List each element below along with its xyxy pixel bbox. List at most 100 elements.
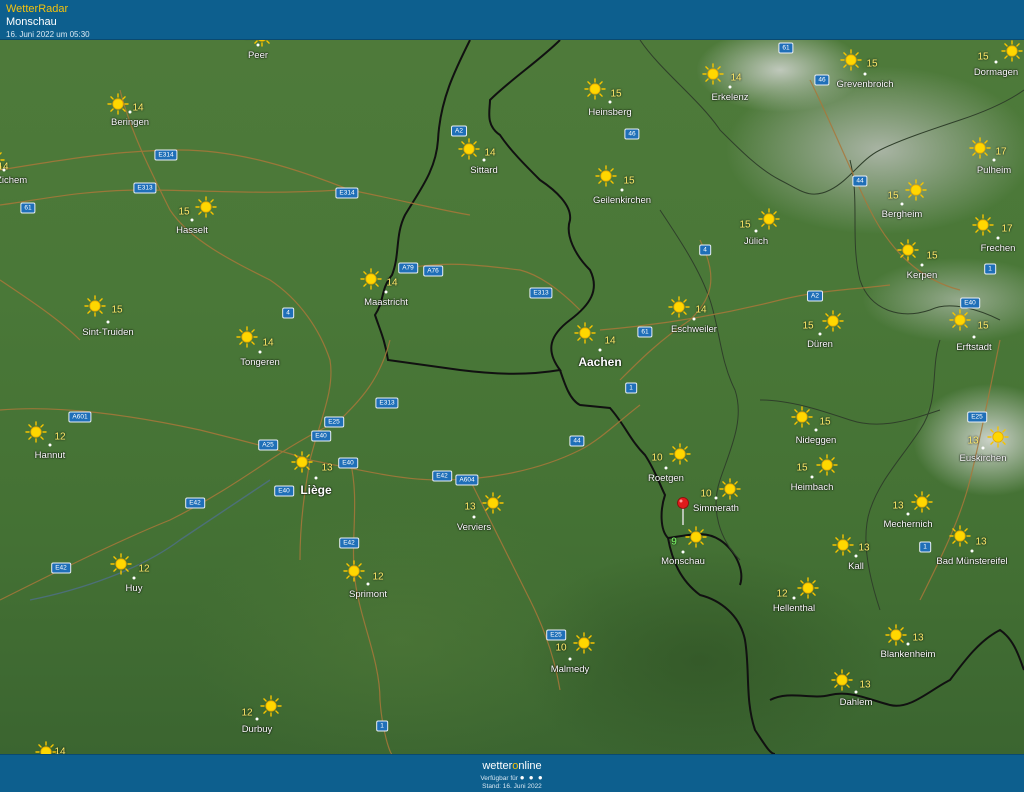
city-label[interactable]: Hellenthal (773, 603, 815, 614)
app-name: WetterRadar (6, 3, 69, 15)
city-label[interactable]: Heinsberg (588, 107, 631, 118)
road-shield: E314 (335, 187, 359, 199)
city-label[interactable]: Huy (126, 583, 143, 594)
sunny-icon (897, 239, 919, 261)
city-label[interactable]: Geilenkirchen (593, 195, 651, 206)
sunny-icon (885, 624, 907, 646)
city-label[interactable]: Erkelenz (712, 92, 749, 103)
city-label[interactable]: Sint-Truiden (82, 327, 133, 338)
city-dot (970, 549, 974, 553)
city-dot (906, 512, 910, 516)
city-label[interactable]: Bad Münstereifel (936, 556, 1007, 567)
city-label[interactable]: Grevenbroich (836, 79, 893, 90)
platform-icons[interactable]: ● ● ● (520, 773, 544, 782)
road-shield: E313 (529, 287, 553, 299)
city-label[interactable]: Malmedy (551, 664, 590, 675)
city-dot (792, 596, 796, 600)
city-label[interactable]: Blankenheim (881, 649, 936, 660)
city-label[interactable]: Liège (300, 483, 331, 497)
weather-map[interactable]: 13 Peer 14 Beringen 14 vel-Zichem 15 Hasselt 15 S… (0, 40, 1024, 754)
city-label[interactable]: Heimbach (791, 482, 834, 493)
city-label[interactable]: Sprimont (349, 589, 387, 600)
city-label[interactable]: Nideggen (796, 435, 837, 446)
city-dot (754, 229, 758, 233)
brand-logo[interactable]: wetteronline (0, 759, 1024, 773)
sunny-icon (482, 492, 504, 514)
sunny-icon (797, 577, 819, 599)
city-label[interactable]: Mechernich (883, 519, 932, 530)
sunny-icon (236, 326, 258, 348)
city-label[interactable]: Hannut (35, 450, 66, 461)
city-label[interactable]: Maastricht (364, 297, 408, 308)
sunny-icon (972, 214, 994, 236)
city-label[interactable]: Jülich (744, 236, 768, 247)
city-temperature: 13 (244, 40, 255, 42)
city-label[interactable]: Tongeren (240, 357, 280, 368)
city-label[interactable]: Frechen (981, 243, 1016, 254)
available-label: Verfügbar für (480, 775, 518, 782)
road-shield: E314 (154, 149, 178, 161)
city-label[interactable]: Dormagen (974, 67, 1018, 78)
city-dot (992, 158, 996, 162)
road-shield: E25 (967, 411, 987, 423)
city-temperature: 13 (464, 501, 476, 513)
city-label[interactable]: Euskirchen (960, 453, 1007, 464)
road-shield: E25 (324, 416, 344, 428)
city-temperature: 13 (975, 536, 987, 548)
city-temperature: 13 (859, 679, 871, 691)
city-temperature: 15 (866, 58, 878, 70)
city-dot (981, 446, 985, 450)
sunny-icon (911, 491, 933, 513)
road-shield: A601 (68, 411, 92, 423)
city-label[interactable]: Eschweiler (671, 324, 717, 335)
road-shield: E40 (960, 297, 980, 309)
sunny-icon (25, 421, 47, 443)
city-label[interactable]: Beringen (111, 117, 149, 128)
selected-city-label[interactable]: Monschau (661, 556, 705, 567)
city-label[interactable]: Durbuy (242, 724, 273, 735)
road-shield: A2 (451, 125, 467, 137)
road-shield: E313 (375, 397, 399, 409)
city-dot (920, 263, 924, 267)
city-label[interactable]: Peer (248, 50, 268, 61)
city-label[interactable]: Simmerath (693, 503, 739, 514)
city-label[interactable]: Aachen (578, 355, 621, 369)
city-label[interactable]: Pulheim (977, 165, 1011, 176)
road-shield: 4 (699, 244, 711, 256)
city-label[interactable]: Sittard (470, 165, 497, 176)
city-label[interactable]: Kall (848, 561, 864, 572)
city-temperature: 15 (111, 304, 123, 316)
city-dot (814, 428, 818, 432)
city-dot (906, 642, 910, 646)
city-dot (900, 202, 904, 206)
city-label[interactable]: Roetgen (648, 473, 684, 484)
city-temperature: 17 (1001, 223, 1013, 235)
sunny-icon (905, 179, 927, 201)
city-temperature: 10 (651, 452, 663, 464)
city-label[interactable]: Verviers (457, 522, 491, 533)
brand-text-1: wetter (482, 760, 513, 772)
city-label[interactable]: Hasselt (176, 225, 208, 236)
app-footer: wetteronline Verfügbar für ● ● ● Stand: … (0, 754, 1024, 792)
city-temperature: 15 (802, 320, 814, 332)
sunny-icon (595, 165, 617, 187)
city-temperature: 14 (132, 102, 144, 114)
road-shield: A76 (423, 265, 443, 277)
location-pin-icon[interactable] (676, 497, 690, 530)
sunny-icon (840, 49, 862, 71)
sunny-icon (987, 426, 1009, 448)
road-shield: E25 (546, 629, 566, 641)
city-label[interactable]: vel-Zichem (0, 175, 27, 186)
city-label[interactable]: Bergheim (882, 209, 923, 220)
city-temperature: 14 (604, 335, 616, 347)
city-dot (714, 496, 718, 500)
city-label[interactable]: Erftstadt (956, 342, 991, 353)
city-label[interactable]: Dahlem (840, 697, 873, 708)
city-dot (2, 168, 6, 172)
road-shield: 46 (814, 74, 830, 86)
city-temperature: 15 (623, 175, 635, 187)
city-label[interactable]: Kerpen (907, 270, 938, 281)
brand-text-2: nline (518, 760, 542, 772)
city-label[interactable]: Düren (807, 339, 833, 350)
sunny-icon (831, 669, 853, 691)
